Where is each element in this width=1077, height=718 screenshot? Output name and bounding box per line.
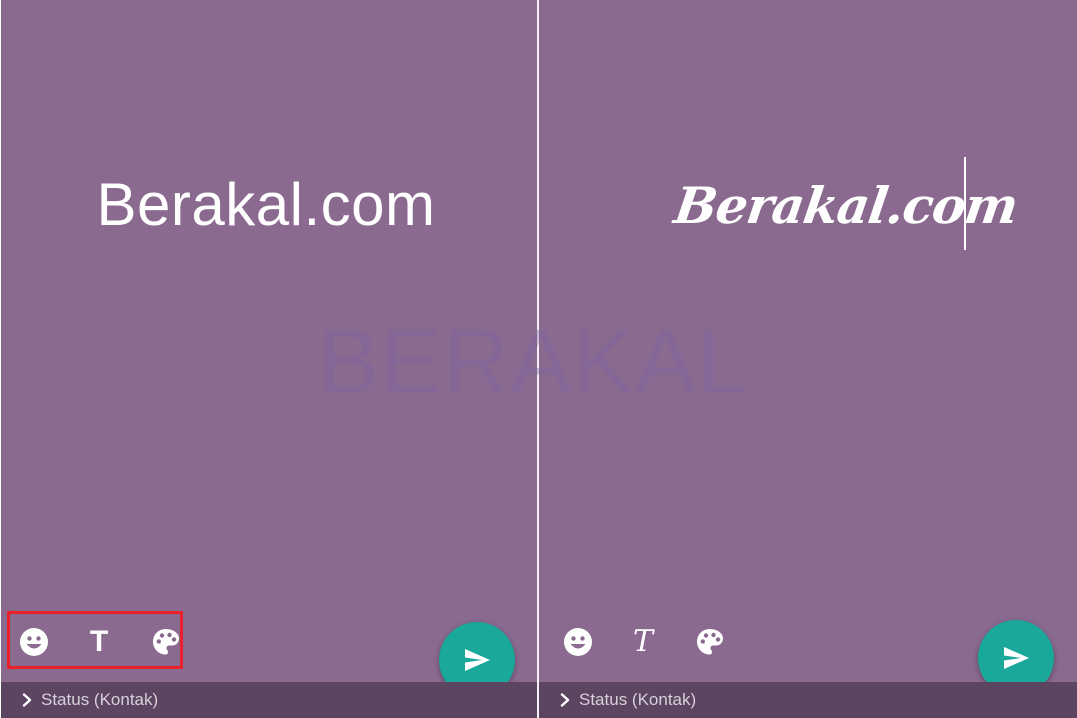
status-text-input[interactable]: Berakal.com — [1, 170, 534, 239]
screenshot-stage: Berakal.com T Status (Kontak) Berakal.co… — [0, 0, 1077, 718]
smiley-icon — [564, 628, 592, 656]
send-arrow-icon — [1004, 647, 1029, 669]
emoji-button[interactable] — [18, 626, 50, 658]
status-audience-bar[interactable]: Status (Kontak) — [1, 682, 537, 718]
chevron-right-icon — [557, 692, 573, 708]
chevron-right-icon — [19, 692, 35, 708]
palette-icon — [697, 629, 723, 655]
font-style-button[interactable]: T — [627, 626, 659, 658]
status-audience-label: Status (Kontak) — [41, 690, 159, 709]
text-T-icon: T — [89, 625, 109, 658]
left-status-editor: Berakal.com T Status (Kontak) — [1, 0, 537, 718]
status-audience-bar[interactable]: Status (Kontak) — [539, 682, 1077, 718]
color-palette-button[interactable] — [694, 626, 726, 658]
status-text-input[interactable]: Berakal.com — [573, 176, 1077, 235]
color-palette-button[interactable] — [150, 626, 182, 658]
palette-icon — [153, 629, 179, 655]
status-toolbar: T — [11, 620, 187, 664]
emoji-button[interactable] — [562, 626, 594, 658]
font-style-button[interactable]: T — [83, 626, 115, 658]
right-status-editor: Berakal.com T Status (Kontak) — [539, 0, 1077, 718]
text-cursor — [964, 157, 966, 250]
send-arrow-icon — [465, 649, 490, 671]
status-toolbar: T — [555, 620, 731, 664]
status-audience-label: Status (Kontak) — [579, 690, 697, 709]
text-script-T-icon: T — [632, 624, 653, 659]
smiley-icon — [20, 628, 48, 656]
